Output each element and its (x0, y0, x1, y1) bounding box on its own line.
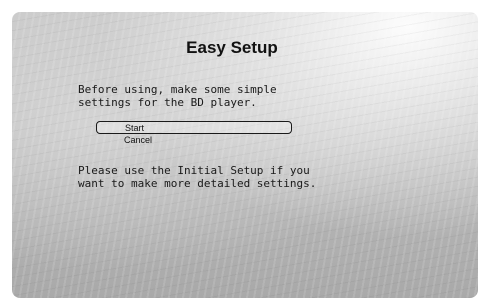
note-line-1: Please use the Initial Setup if you (78, 164, 310, 177)
note-text: Please use the Initial Setup if you want… (78, 164, 316, 190)
cancel-option[interactable]: Cancel (96, 134, 292, 147)
intro-line-1: Before using, make some simple (78, 83, 277, 96)
dialog-title: Easy Setup (186, 38, 278, 57)
setup-menu: Start Cancel (96, 121, 292, 147)
intro-line-2: settings for the BD player. (78, 96, 257, 109)
start-option[interactable]: Start (96, 121, 292, 134)
intro-text: Before using, make some simple settings … (78, 83, 277, 109)
note-line-2: want to make more detailed settings. (78, 177, 317, 190)
